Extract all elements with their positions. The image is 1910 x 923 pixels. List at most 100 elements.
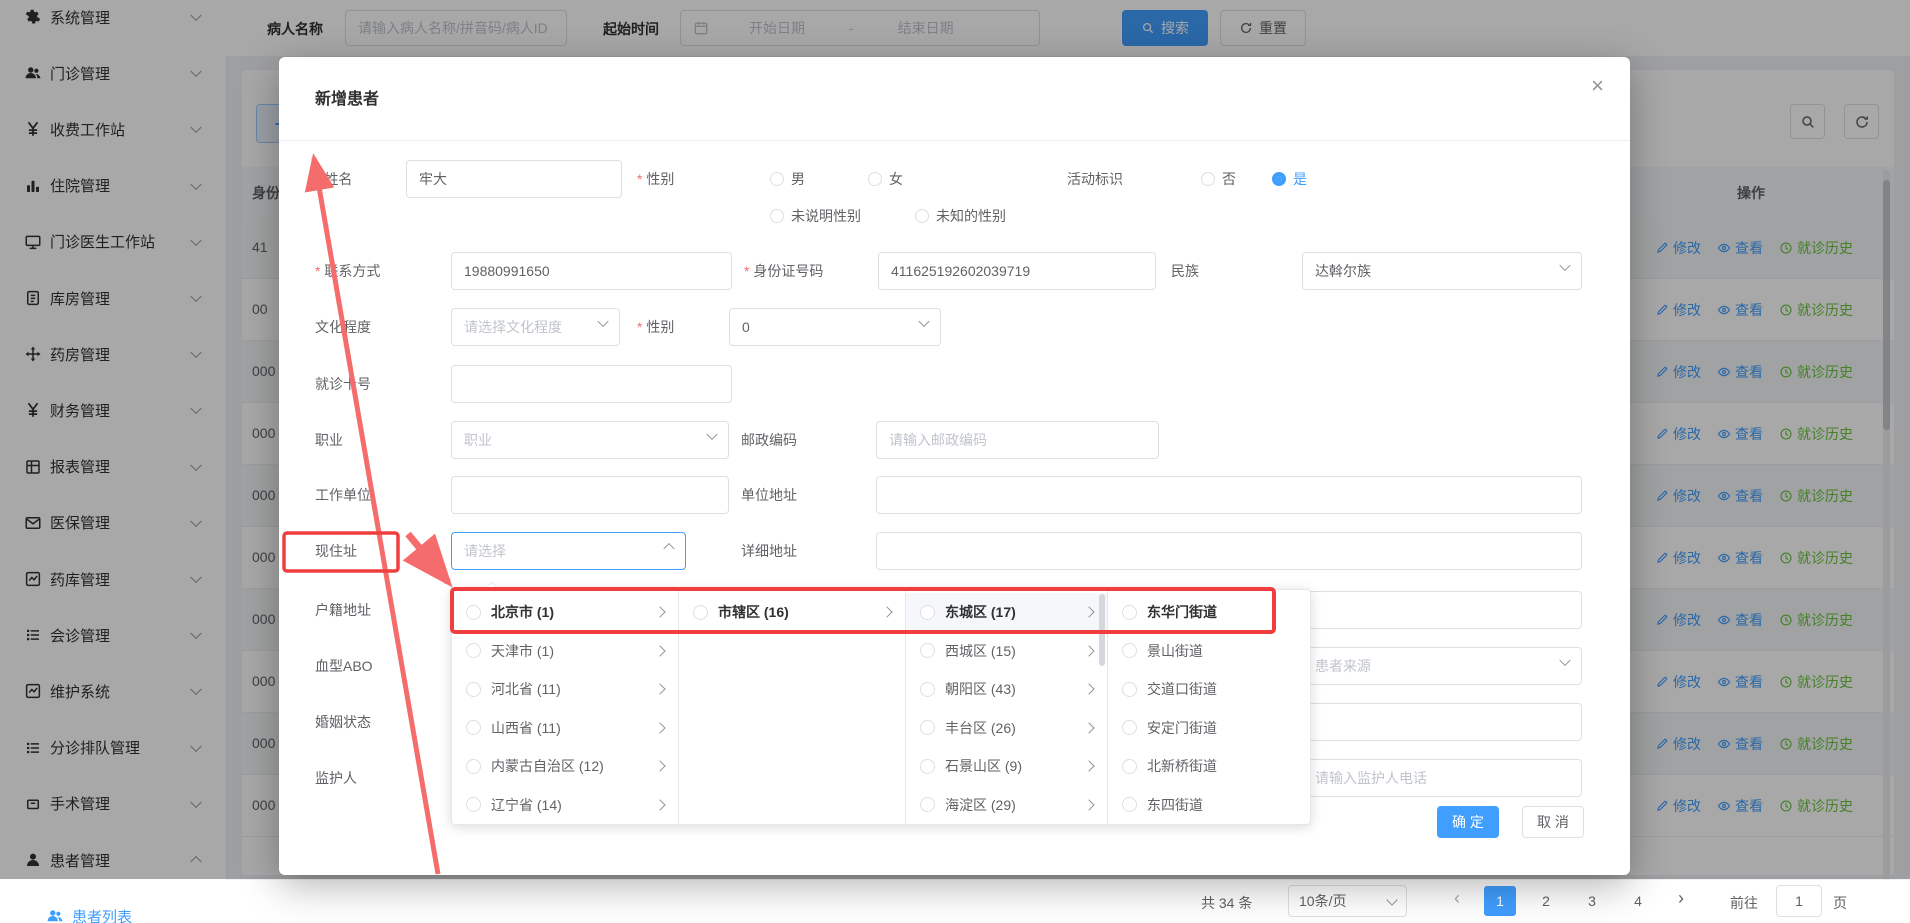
- cascader-option-label: 朝阳区 (43): [945, 679, 1016, 699]
- cascader-option[interactable]: 丰台区 (26): [906, 709, 1107, 747]
- cascader-option[interactable]: 海淀区 (29): [906, 786, 1107, 824]
- gender-radio-unstated[interactable]: 未说明性别: [770, 206, 861, 226]
- close-icon[interactable]: ×: [1591, 75, 1604, 97]
- cascader-option[interactable]: 朝阳区 (43): [906, 670, 1107, 708]
- contact-label: 联系方式: [315, 261, 380, 281]
- cascader-option[interactable]: 东四街道: [1108, 786, 1312, 824]
- page-button-2[interactable]: 2: [1530, 886, 1562, 916]
- page-button-4[interactable]: 4: [1622, 886, 1654, 916]
- cascader-column-3: 东城区 (17) 西城区 (15) 朝阳区 (43) 丰台区 (26) 石景山区 (9)…: [906, 590, 1108, 824]
- detail-address-input[interactable]: [876, 532, 1582, 570]
- next-page-button[interactable]: ›: [1678, 888, 1684, 909]
- cascader-option[interactable]: 辽宁省 (14): [452, 786, 678, 824]
- cancel-button[interactable]: 取 消: [1522, 806, 1584, 838]
- patient-source-select[interactable]: 患者来源: [1302, 647, 1582, 685]
- page-size-select[interactable]: 10条/页: [1288, 885, 1407, 917]
- postcode-input[interactable]: [876, 421, 1159, 459]
- cascader-option[interactable]: 北新桥街道: [1108, 747, 1312, 785]
- cascader-option[interactable]: 山西省 (11): [452, 709, 678, 747]
- radio-icon: [466, 605, 481, 620]
- education-select[interactable]: 请选择文化程度: [451, 308, 620, 346]
- gender-radio-female[interactable]: 女: [868, 169, 903, 189]
- sidebar-subitem-16[interactable]: 患者列表: [0, 888, 226, 923]
- cascader-option-label: 东城区 (17): [945, 602, 1016, 622]
- unit-address-input[interactable]: [876, 476, 1582, 514]
- active-flag-radio-yes[interactable]: 是: [1272, 169, 1307, 189]
- ethnicity-select[interactable]: 达斡尔族: [1302, 252, 1582, 290]
- radio-icon: [1201, 172, 1215, 186]
- radio-icon: [1122, 605, 1137, 620]
- name-input[interactable]: [406, 160, 622, 198]
- cascader-option-label: 西城区 (15): [945, 641, 1016, 661]
- cascader-option-label: 石景山区 (9): [945, 756, 1022, 776]
- chevron-right-icon: [1083, 683, 1094, 694]
- cascader-option[interactable]: 河北省 (11): [452, 670, 678, 708]
- work-unit-input[interactable]: [451, 476, 729, 514]
- cascader-option[interactable]: 东华门街道: [1108, 593, 1312, 631]
- id-card-input[interactable]: [878, 252, 1156, 290]
- radio-icon: [920, 720, 935, 735]
- active-flag-radio-no[interactable]: 否: [1201, 169, 1236, 189]
- page-button-3[interactable]: 3: [1576, 886, 1608, 916]
- goto-page-input[interactable]: [1776, 885, 1822, 917]
- gender2-value: 0: [742, 319, 750, 335]
- cascader-option-label: 安定门街道: [1147, 718, 1217, 738]
- chevron-right-icon: [654, 799, 665, 810]
- gender-radio-male[interactable]: 男: [770, 169, 805, 189]
- goto-suffix: 页: [1833, 893, 1847, 913]
- radio-icon: [466, 797, 481, 812]
- active-flag-label: 活动标识: [1067, 169, 1123, 189]
- radio-icon: [770, 172, 784, 186]
- cascader-option[interactable]: 内蒙古自治区 (12): [452, 747, 678, 785]
- divider: [279, 140, 1630, 141]
- sidebar-item-label: 患者列表: [72, 906, 132, 923]
- radio-icon: [920, 682, 935, 697]
- chevron-right-icon: [654, 645, 665, 656]
- cascader-option[interactable]: 交道口街道: [1108, 670, 1312, 708]
- cascader-option-label: 北新桥街道: [1147, 756, 1217, 776]
- unit-address-label: 单位地址: [741, 485, 797, 505]
- cascader-option[interactable]: 景山街道: [1108, 632, 1312, 670]
- cascader-option[interactable]: 石景山区 (9): [906, 747, 1107, 785]
- blood-type-label: 血型ABO: [315, 656, 373, 676]
- chevron-down-icon: [597, 316, 608, 327]
- cascader-option-label: 海淀区 (29): [945, 795, 1016, 815]
- cascader-option[interactable]: 市辖区 (16): [679, 593, 905, 631]
- card-no-input[interactable]: [451, 365, 732, 403]
- cascader-option-label: 天津市 (1): [491, 641, 554, 661]
- current-address-cascader-select[interactable]: 请选择: [451, 532, 686, 570]
- cascader-option[interactable]: 西城区 (15): [906, 632, 1107, 670]
- education-placeholder: 请选择文化程度: [464, 317, 562, 337]
- chevron-down-icon: [706, 429, 717, 440]
- cascader-scrollbar-thumb[interactable]: [1099, 594, 1105, 666]
- cascader-option-label: 河北省 (11): [491, 679, 561, 699]
- occupation-select[interactable]: 职业: [451, 421, 729, 459]
- cascader-option[interactable]: 天津市 (1): [452, 632, 678, 670]
- radio-label: 未说明性别: [791, 206, 861, 226]
- chevron-right-icon: [654, 606, 665, 617]
- chevron-right-icon: [881, 606, 892, 617]
- gender2-select[interactable]: 0: [729, 308, 941, 346]
- cascader-option[interactable]: 安定门街道: [1108, 709, 1312, 747]
- cascader-option[interactable]: 东城区 (17): [906, 593, 1107, 631]
- radio-icon: [1122, 720, 1137, 735]
- radio-icon: [1122, 682, 1137, 697]
- cascader-option-label: 交道口街道: [1147, 679, 1217, 699]
- prev-page-button[interactable]: ‹: [1454, 888, 1460, 909]
- id-card-label: 身份证号码: [744, 261, 823, 281]
- contact-input[interactable]: [451, 252, 732, 290]
- goto-label: 前往: [1730, 893, 1758, 913]
- users-icon: [46, 907, 64, 923]
- chevron-down-icon: [918, 316, 929, 327]
- cascader-option-label: 丰台区 (26): [945, 718, 1016, 738]
- cascader-option[interactable]: 北京市 (1): [452, 593, 678, 631]
- confirm-button[interactable]: 确 定: [1437, 806, 1499, 838]
- gender-radio-unknown[interactable]: 未知的性别: [915, 206, 1006, 226]
- address-cascader-panel: 北京市 (1) 天津市 (1) 河北省 (11) 山西省 (11)内蒙古自治区 (12…: [451, 589, 1311, 825]
- radio-label: 否: [1222, 169, 1236, 189]
- chevron-right-icon: [654, 683, 665, 694]
- chevron-right-icon: [1083, 645, 1094, 656]
- page-button-1[interactable]: 1: [1484, 886, 1516, 916]
- guardian-phone-input[interactable]: [1302, 759, 1582, 797]
- marital-status-label: 婚姻状态: [315, 712, 371, 732]
